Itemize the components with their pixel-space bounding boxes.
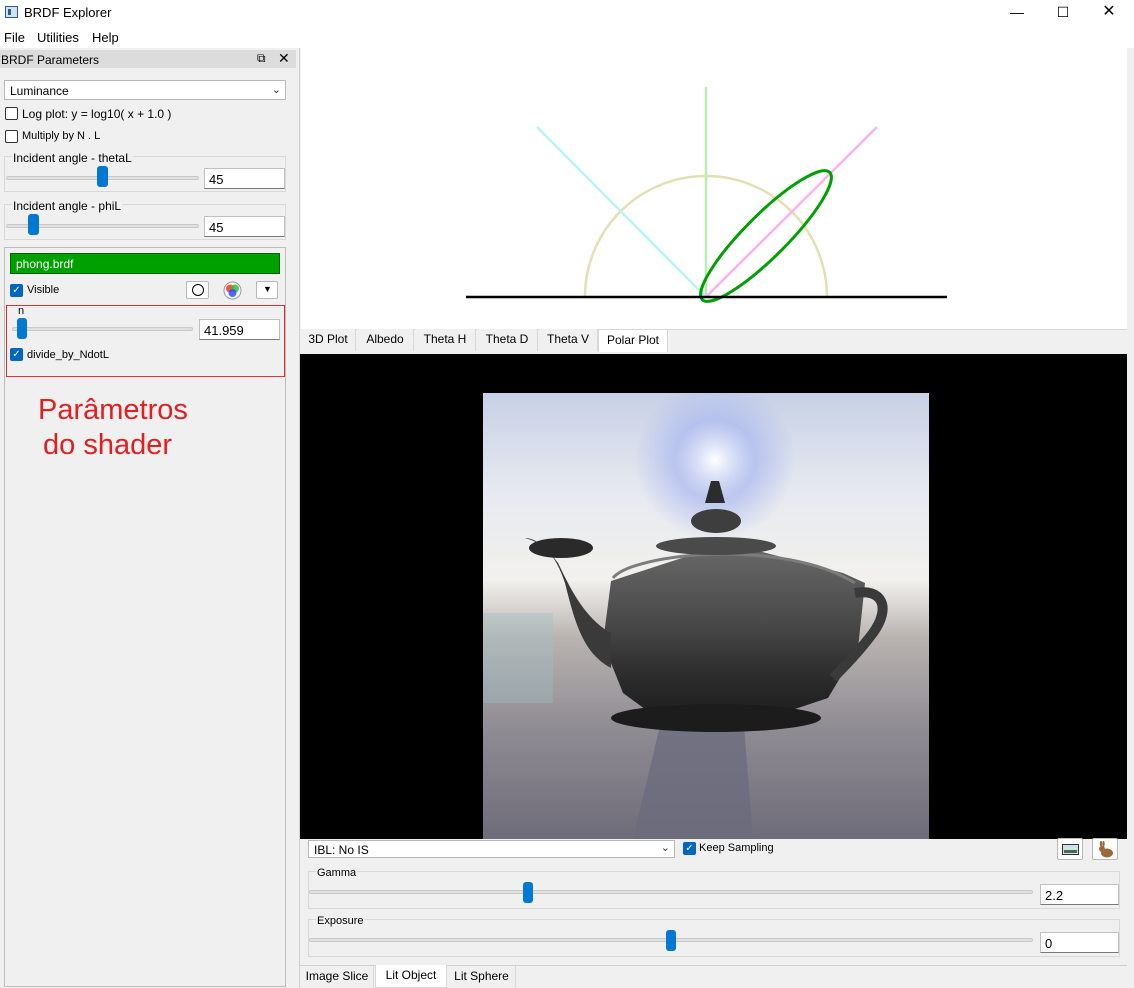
brdf-name: phong.brdf	[16, 257, 74, 271]
param-n-slider-track	[12, 327, 193, 331]
float-icon[interactable]: ⧉	[257, 51, 266, 66]
brdf-name-bar[interactable]: phong.brdf	[10, 253, 280, 274]
keep-sampling-checkbox[interactable]: ✓	[683, 842, 696, 855]
window-title: BRDF Explorer	[24, 5, 112, 20]
brdf-parameters-dock: BRDF Parameters ⧉ ✕ Luminance ⌄ Log plot…	[0, 48, 300, 988]
param-n-slider[interactable]	[17, 318, 27, 339]
ibl-select[interactable]: IBL: No IS ⌄	[308, 840, 675, 858]
param-n-input[interactable]: 41.959	[199, 319, 280, 340]
menu-help[interactable]: Help	[92, 30, 119, 45]
shape-button[interactable]	[186, 281, 209, 299]
gamma-label: Gamma	[316, 867, 358, 879]
tab-3d-plot[interactable]: 3D Plot	[301, 329, 356, 351]
log-plot-label: Log plot: y = log10( x + 1.0 )	[22, 107, 172, 121]
tab-lit-sphere[interactable]: Lit Sphere	[448, 966, 516, 988]
param-n-value: 41.959	[204, 323, 244, 338]
exposure-slider[interactable]	[666, 930, 676, 951]
channel-select-value: Luminance	[10, 84, 69, 98]
keep-sampling-label: Keep Sampling	[699, 842, 774, 854]
log-plot-checkbox[interactable]	[5, 107, 18, 120]
minimize-icon[interactable]: —	[994, 0, 1040, 26]
ibl-select-value: IBL: No IS	[314, 843, 369, 857]
tab-albedo[interactable]: Albedo	[357, 329, 414, 351]
param-n-label: n	[18, 305, 25, 317]
annotation-line1: Parâmetros	[38, 394, 188, 426]
app-icon	[5, 6, 18, 18]
phi-slider[interactable]	[28, 214, 39, 235]
multiply-checkbox[interactable]	[5, 130, 18, 143]
channel-select[interactable]: Luminance ⌄	[4, 80, 286, 100]
dock-header: BRDF Parameters ⧉ ✕	[0, 50, 296, 68]
menu-file[interactable]: File	[4, 30, 25, 45]
divide-checkbox[interactable]: ✓	[10, 348, 23, 361]
exposure-label: Exposure	[316, 915, 365, 927]
picture-icon	[1062, 844, 1079, 855]
dock-close-icon[interactable]: ✕	[278, 50, 290, 67]
teapot-render	[483, 393, 929, 839]
color-wheel-icon[interactable]	[222, 281, 243, 300]
menu-bar: File Utilities Help	[0, 26, 1134, 48]
menu-utilities[interactable]: Utilities	[37, 30, 79, 45]
image-button[interactable]	[1057, 838, 1083, 860]
chevron-down-icon: ⌄	[660, 842, 670, 854]
phi-input[interactable]: 45	[204, 216, 285, 237]
menu-dropdown-button[interactable]: ▼	[256, 281, 278, 299]
incident-line	[536, 126, 707, 298]
multiply-label: Multiply by N . L	[22, 130, 101, 142]
chevron-down-icon: ⌄	[271, 84, 281, 96]
theta-input[interactable]: 45	[204, 168, 285, 189]
circle-icon	[192, 284, 204, 296]
divide-label: divide_by_NdotL	[27, 349, 109, 361]
maximize-icon[interactable]: ☐	[1040, 0, 1086, 26]
tab-polar-plot[interactable]: Polar Plot	[598, 329, 668, 352]
tab-theta-h[interactable]: Theta H	[415, 329, 476, 351]
bunny-button[interactable]	[1092, 838, 1118, 860]
exposure-value: 0	[1045, 936, 1053, 951]
gamma-input[interactable]: 2.2	[1040, 884, 1119, 905]
triangle-down-icon: ▼	[263, 284, 272, 294]
close-icon[interactable]: ✕	[1086, 0, 1132, 26]
bunny-icon	[1099, 841, 1113, 858]
theta-input-value: 45	[209, 172, 224, 187]
visible-label: Visible	[27, 284, 60, 296]
tab-lit-object[interactable]: Lit Object	[375, 965, 447, 988]
theta-slider[interactable]	[97, 166, 108, 187]
shader-params-box	[6, 305, 285, 377]
visible-checkbox[interactable]: ✓	[10, 284, 23, 297]
tab-theta-v[interactable]: Theta V	[539, 329, 598, 351]
gamma-slider-track	[309, 890, 1033, 894]
gamma-value: 2.2	[1045, 888, 1064, 903]
tab-theta-d[interactable]: Theta D	[477, 329, 538, 351]
annotation-line2: do shader	[43, 429, 172, 461]
exposure-input[interactable]: 0	[1040, 932, 1119, 953]
phi-label: Incident angle - phiL	[12, 199, 123, 213]
polar-plot[interactable]	[301, 48, 1127, 329]
gamma-slider[interactable]	[523, 882, 533, 903]
theta-label: Incident angle - thetaL	[12, 151, 133, 165]
tab-image-slice[interactable]: Image Slice	[301, 966, 374, 988]
reflect-line	[705, 126, 878, 298]
render-viewport[interactable]	[300, 354, 1127, 839]
dock-title: BRDF Parameters	[1, 53, 100, 67]
title-bar: BRDF Explorer — ☐ ✕	[0, 0, 1134, 26]
phi-input-value: 45	[209, 220, 224, 235]
